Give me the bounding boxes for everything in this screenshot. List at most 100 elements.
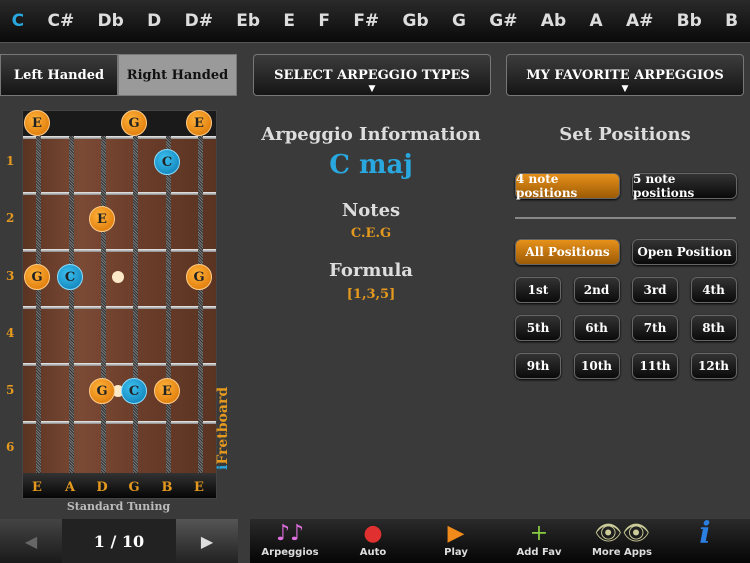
fret-position-button[interactable]: 9th xyxy=(515,353,561,379)
fret-position-button[interactable]: 5th xyxy=(515,315,561,341)
note-count-button[interactable]: 4 note positions xyxy=(515,172,620,200)
label: MY FAVORITE ARPEGGIOS xyxy=(526,67,724,83)
note-marker[interactable]: C xyxy=(121,378,147,404)
add-fav-icon: + xyxy=(529,521,549,546)
key-F[interactable]: F xyxy=(318,11,330,31)
note-marker[interactable]: G xyxy=(24,264,50,290)
fretboard[interactable] xyxy=(22,110,217,499)
key-Csharp[interactable]: C# xyxy=(47,11,74,31)
note-marker[interactable]: G xyxy=(186,264,212,290)
next-button[interactable]: ▶ xyxy=(176,519,238,563)
guitar-string xyxy=(36,136,41,473)
favorite-arpeggios-button[interactable]: MY FAVORITE ARPEGGIOS ▼ xyxy=(506,54,744,96)
fret-wire xyxy=(23,421,216,424)
fret-position-button[interactable]: 4th xyxy=(690,277,737,303)
caret-down-icon: ▼ xyxy=(368,84,376,94)
ifretboard-logo: iFretboard xyxy=(215,386,231,470)
key-selector: C C# Db D D# Eb E F F# Gb G G# Ab A A# Bb B xyxy=(0,0,750,43)
fret-position-button[interactable]: 11th xyxy=(632,353,678,379)
note-marker[interactable]: E xyxy=(89,206,115,232)
fret-position-button[interactable]: 8th xyxy=(690,315,737,341)
note-marker[interactable]: G xyxy=(89,378,115,404)
key-G[interactable]: G xyxy=(452,11,466,31)
key-Eb[interactable]: Eb xyxy=(236,11,260,31)
caret-down-icon: ▼ xyxy=(621,84,629,94)
more-apps-icon: 👁👁 xyxy=(594,521,650,546)
string-label-bar xyxy=(23,473,216,498)
note-marker[interactable]: E xyxy=(154,378,180,404)
fret-position-button[interactable]: 7th xyxy=(632,315,678,341)
fret-position-button[interactable]: 3rd xyxy=(632,277,678,303)
key-D[interactable]: D xyxy=(147,11,161,31)
toolbar-label: Add Fav xyxy=(516,547,562,558)
key-Dsharp[interactable]: D# xyxy=(185,11,213,31)
note-marker[interactable]: E xyxy=(24,110,50,136)
toolbar-label: More Apps xyxy=(591,547,653,558)
toolbar-label: Auto xyxy=(359,547,387,558)
info-icon: i xyxy=(699,516,711,551)
key-E[interactable]: E xyxy=(283,11,295,31)
fret-wire xyxy=(23,136,216,139)
key-Gsharp[interactable]: G# xyxy=(489,11,517,31)
guitar-string xyxy=(166,136,171,473)
toolbar-arpeggios-button[interactable]: ♪♪ Arpeggios xyxy=(250,519,330,563)
toolbar-play-button[interactable]: ▶ Play xyxy=(416,519,496,563)
fret-wire xyxy=(23,306,216,309)
info-title: Arpeggio Information xyxy=(261,124,481,145)
fret-number: 6 xyxy=(6,440,15,454)
tuning-label: Standard Tuning xyxy=(66,500,171,513)
guitar-string xyxy=(69,136,74,473)
toolbar-more-apps-button[interactable]: 👁👁 More Apps xyxy=(582,519,662,563)
key-B[interactable]: B xyxy=(725,11,738,31)
position-range-button[interactable]: All Positions xyxy=(515,239,620,265)
key-Gb[interactable]: Gb xyxy=(403,11,429,31)
key-Asharp[interactable]: A# xyxy=(626,11,653,31)
toolbar-label: Arpeggios xyxy=(261,547,319,558)
set-positions-title: Set Positions xyxy=(559,124,691,145)
fret-wire xyxy=(23,249,216,252)
position-range-button[interactable]: Open Position xyxy=(632,239,737,265)
select-arpeggio-types-button[interactable]: SELECT ARPEGGIO TYPES ▼ xyxy=(253,54,491,96)
fret-number: 2 xyxy=(6,211,15,225)
fret-position-button[interactable]: 10th xyxy=(573,353,620,379)
fret-position-button[interactable]: 12th xyxy=(690,353,737,379)
note-marker[interactable]: E xyxy=(186,110,212,136)
toolbar-label: Play xyxy=(444,547,468,558)
key-C[interactable]: C xyxy=(12,11,24,31)
fret-position-button[interactable]: 1st xyxy=(515,277,561,303)
left-handed-button[interactable]: Left Handed xyxy=(0,54,118,96)
right-handed-button[interactable]: Right Handed xyxy=(118,54,237,96)
string-label: E xyxy=(194,480,204,495)
key-A[interactable]: A xyxy=(589,11,602,31)
note-marker[interactable]: C xyxy=(57,264,83,290)
fret-position-button[interactable]: 2nd xyxy=(573,277,620,303)
key-Db[interactable]: Db xyxy=(98,11,124,31)
fret-wire xyxy=(23,192,216,195)
formula-value: [1,3,5] xyxy=(346,287,396,302)
notes-value: C.E.G xyxy=(350,226,392,241)
arpeggios-icon: ♪♪ xyxy=(275,521,305,546)
fret-position-button[interactable]: 6th xyxy=(573,315,620,341)
toolbar-add-fav-button[interactable]: + Add Fav xyxy=(499,519,579,563)
fret-number: 4 xyxy=(6,326,15,340)
auto-icon: ● xyxy=(363,521,383,546)
label: SELECT ARPEGGIO TYPES xyxy=(274,67,470,83)
toolbar-info-button[interactable]: i xyxy=(665,519,745,563)
string-label: G xyxy=(128,480,140,495)
note-marker[interactable]: G xyxy=(121,110,147,136)
fret-marker-dot xyxy=(112,271,124,283)
divider xyxy=(515,217,736,219)
fret-wire xyxy=(23,363,216,366)
play-icon: ▶ xyxy=(447,521,465,546)
guitar-string xyxy=(101,136,106,473)
key-Bb[interactable]: Bb xyxy=(677,11,702,31)
toolbar: ♪♪ Arpeggios ● Auto ▶ Play + Add Fav 👁👁 More Apps… xyxy=(250,519,750,563)
toolbar-auto-button[interactable]: ● Auto xyxy=(333,519,413,563)
note-marker[interactable]: C xyxy=(154,149,180,175)
fret-number: 3 xyxy=(6,269,15,283)
prev-button[interactable]: ◀ xyxy=(0,519,62,563)
key-Ab[interactable]: Ab xyxy=(541,11,566,31)
note-count-button[interactable]: 5 note positions xyxy=(632,172,737,200)
key-Fsharp[interactable]: F# xyxy=(353,11,379,31)
guitar-string xyxy=(133,136,138,473)
